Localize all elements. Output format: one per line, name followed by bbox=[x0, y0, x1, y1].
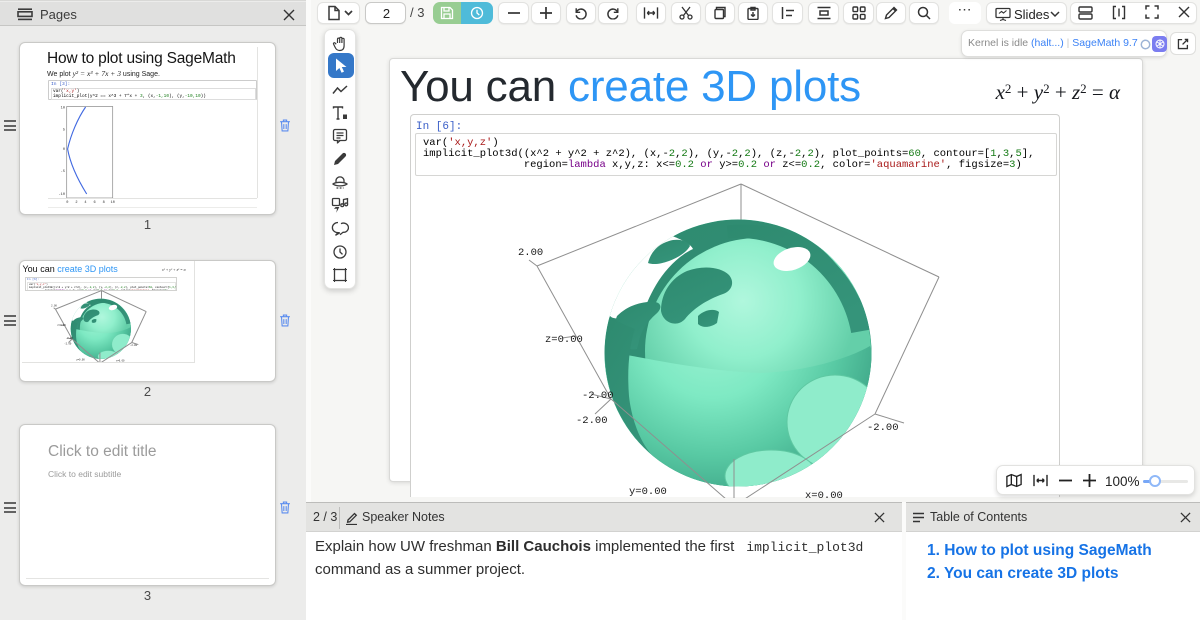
svg-text:8: 8 bbox=[103, 201, 105, 205]
svg-text:10: 10 bbox=[61, 107, 65, 111]
svg-text:10: 10 bbox=[111, 201, 115, 205]
svg-text:0: 0 bbox=[63, 148, 65, 152]
svg-text:4: 4 bbox=[84, 201, 86, 205]
svg-text:5: 5 bbox=[63, 129, 65, 133]
svg-text:2: 2 bbox=[75, 201, 77, 205]
svg-text:-10: -10 bbox=[59, 193, 65, 197]
svg-text:0: 0 bbox=[66, 201, 68, 205]
svg-text:-5: -5 bbox=[61, 170, 65, 174]
svg-text:6: 6 bbox=[94, 201, 96, 205]
